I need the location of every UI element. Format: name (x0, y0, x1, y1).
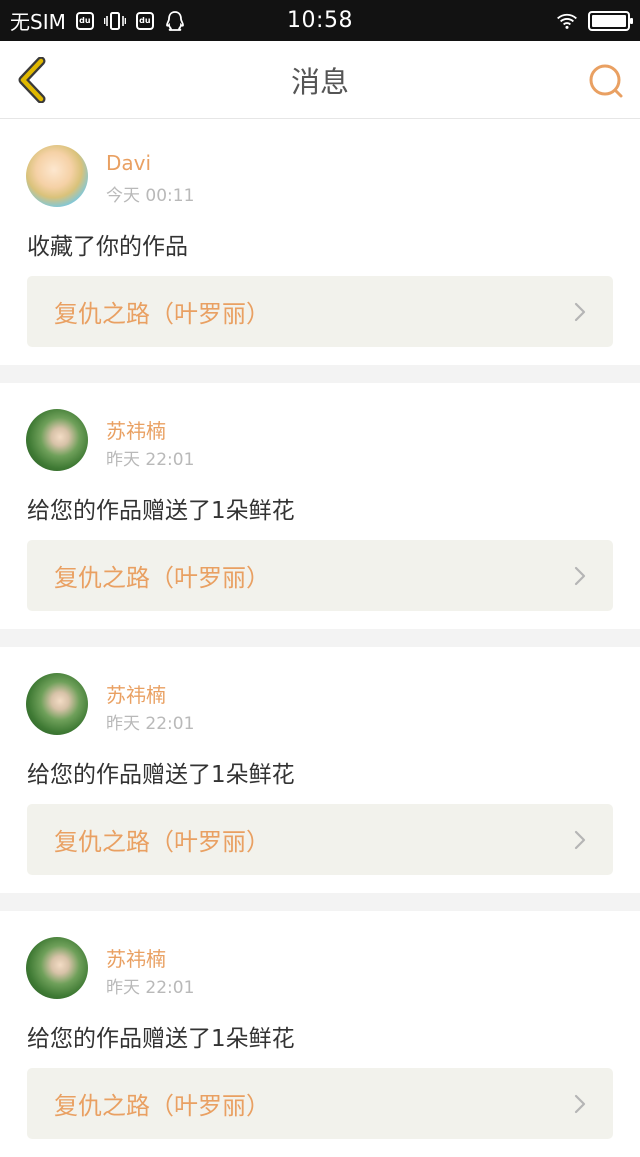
user-name[interactable]: 苏祎楠 (106, 679, 166, 708)
work-link[interactable]: 复仇之路（叶罗丽） (27, 804, 613, 875)
work-title: 复仇之路（叶罗丽） (54, 564, 270, 592)
chevron-right-icon (574, 1094, 586, 1114)
avatar[interactable] (26, 937, 88, 999)
work-title: 复仇之路（叶罗丽） (54, 300, 270, 328)
battery-icon (588, 10, 633, 31)
chevron-right-icon (574, 566, 586, 586)
divider (0, 893, 640, 911)
message-time: 昨天 22:01 (106, 714, 195, 734)
divider (0, 365, 640, 383)
work-link[interactable]: 复仇之路（叶罗丽） (27, 276, 613, 347)
wifi-icon (556, 10, 578, 32)
chevron-right-icon (574, 302, 586, 322)
user-name[interactable]: Davi (106, 151, 151, 175)
message-text: 给您的作品赠送了1朵鲜花 (27, 762, 295, 788)
message-text: 给您的作品赠送了1朵鲜花 (27, 498, 295, 524)
work-link[interactable]: 复仇之路（叶罗丽） (27, 1068, 613, 1139)
user-name[interactable]: 苏祎楠 (106, 943, 166, 972)
message-text: 收藏了你的作品 (27, 234, 188, 260)
work-link[interactable]: 复仇之路（叶罗丽） (27, 540, 613, 611)
message-card: 苏祎楠 昨天 22:01 给您的作品赠送了1朵鲜花 复仇之路（叶罗丽） (0, 911, 640, 1157)
page-title: 消息 (290, 64, 349, 99)
message-time: 今天 00:11 (106, 186, 195, 206)
status-right (556, 0, 633, 41)
message-card: 苏祎楠 昨天 22:01 给您的作品赠送了1朵鲜花 复仇之路（叶罗丽） (0, 383, 640, 629)
message-card: Davi 今天 00:11 收藏了你的作品 复仇之路（叶罗丽） (0, 119, 640, 365)
message-time: 昨天 22:01 (106, 450, 195, 470)
work-title: 复仇之路（叶罗丽） (54, 1092, 270, 1120)
avatar[interactable] (26, 145, 88, 207)
search-icon (589, 64, 623, 98)
message-time: 昨天 22:01 (106, 978, 195, 998)
status-bar: 无SIM du du 10:58 (0, 0, 640, 41)
message-list: Davi 今天 00:11 收藏了你的作品 复仇之路（叶罗丽） 苏祎楠 昨天 2… (0, 119, 640, 1157)
message-text: 给您的作品赠送了1朵鲜花 (27, 1026, 295, 1052)
chevron-right-icon (574, 830, 586, 850)
user-name[interactable]: 苏祎楠 (106, 415, 166, 444)
search-button[interactable] (586, 61, 626, 101)
nav-bar: 消息 (0, 41, 640, 119)
avatar[interactable] (26, 673, 88, 735)
divider (0, 629, 640, 647)
message-card: 苏祎楠 昨天 22:01 给您的作品赠送了1朵鲜花 复仇之路（叶罗丽） (0, 647, 640, 893)
avatar[interactable] (26, 409, 88, 471)
work-title: 复仇之路（叶罗丽） (54, 828, 270, 856)
clock: 10:58 (287, 8, 353, 33)
